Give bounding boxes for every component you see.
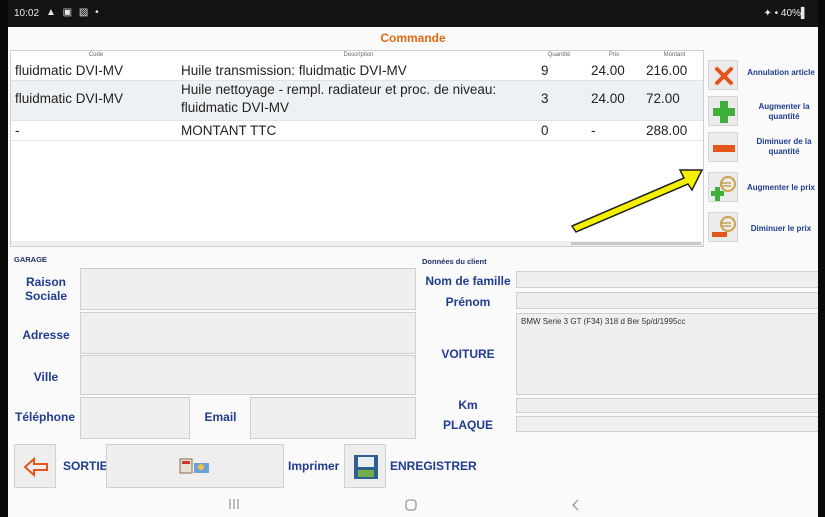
cell-description: MONTANT TTC bbox=[181, 123, 277, 138]
minus-icon bbox=[713, 145, 735, 152]
page-title: Commande bbox=[380, 31, 446, 45]
back-icon[interactable] bbox=[570, 498, 580, 512]
last-name-field[interactable] bbox=[516, 271, 818, 288]
print-label: Imprimer bbox=[288, 459, 340, 473]
cell-code: - bbox=[15, 123, 20, 138]
address-label: Adresse bbox=[22, 328, 70, 342]
first-name-field[interactable] bbox=[516, 292, 818, 309]
table-row[interactable]: - MONTANT TTC 0 - 288.00 bbox=[11, 121, 703, 141]
increase-price-button[interactable] bbox=[708, 172, 738, 202]
header-code: Code bbox=[88, 52, 104, 58]
decrease-price-label: Diminuer le prix bbox=[750, 224, 812, 233]
navigation-bar bbox=[8, 492, 818, 517]
home-icon[interactable] bbox=[404, 498, 418, 512]
cell-amount: 72.00 bbox=[646, 91, 680, 106]
battery-indicator: ✦ • 40%▌ bbox=[763, 8, 808, 19]
plate-label: PLAQUE bbox=[442, 418, 493, 432]
increase-quantity-button[interactable] bbox=[708, 96, 738, 126]
km-field[interactable] bbox=[516, 398, 818, 413]
plus-icon bbox=[713, 101, 735, 123]
plate-field[interactable] bbox=[516, 416, 818, 432]
km-label: Km bbox=[458, 398, 478, 412]
status-bar: 10:02 ▲ ▣ ▨ • ✦ • 40%▌ bbox=[8, 0, 818, 27]
euro-plus-icon bbox=[711, 176, 736, 201]
car-label: VOITURE bbox=[441, 347, 495, 361]
recent-apps-icon[interactable] bbox=[228, 498, 240, 510]
horizontal-scrollbar[interactable] bbox=[11, 241, 703, 246]
exit-label: SORTIE bbox=[63, 459, 108, 473]
cell-quantity: 9 bbox=[541, 63, 549, 78]
cell-price: 24.00 bbox=[591, 63, 625, 78]
table-header: Code Description Quantité Prix Montant bbox=[11, 51, 703, 61]
close-icon bbox=[715, 67, 733, 85]
decrease-quantity-button[interactable] bbox=[708, 132, 738, 162]
cell-quantity: 0 bbox=[541, 123, 549, 138]
car-field[interactable]: BMW Serie 3 GT (F34) 318 d Ber 5p/d/1995… bbox=[516, 313, 818, 395]
phone-field[interactable] bbox=[80, 397, 190, 439]
company-label-line1: Raison bbox=[25, 275, 66, 289]
email-field[interactable] bbox=[250, 397, 416, 439]
app-screen: 10:02 ▲ ▣ ▨ • ✦ • 40%▌ Commande Code Des… bbox=[8, 0, 818, 517]
header-quantity: Quantité bbox=[547, 52, 571, 58]
arrow-left-icon bbox=[23, 456, 48, 478]
save-icon bbox=[354, 455, 378, 479]
cell-code: fluidmatic DVI-MV bbox=[15, 91, 124, 106]
company-field[interactable] bbox=[80, 268, 416, 310]
cell-price: 24.00 bbox=[591, 91, 625, 106]
header-price: Prix bbox=[608, 52, 620, 58]
address-field[interactable] bbox=[80, 312, 416, 354]
exit-button[interactable] bbox=[14, 444, 56, 488]
notification-icons: ▲ ▣ ▨ • bbox=[46, 7, 101, 18]
first-name-label: Prénom bbox=[445, 295, 491, 309]
city-label: Ville bbox=[33, 370, 59, 384]
header-description: Description bbox=[343, 52, 374, 58]
phone-label: Téléphone bbox=[14, 410, 75, 424]
company-label: Raison Sociale bbox=[14, 275, 78, 303]
increase-quantity-label-line2: quantité bbox=[768, 112, 800, 121]
header-amount: Montant bbox=[663, 52, 686, 58]
client-section-title: Données du client bbox=[422, 257, 487, 266]
cell-quantity: 3 bbox=[541, 91, 549, 106]
increase-quantity-label: Augmenter la quantité bbox=[748, 102, 818, 122]
cell-description-line2: fluidmatic DVI-MV bbox=[181, 100, 290, 115]
city-field[interactable] bbox=[80, 355, 416, 395]
increase-price-label: Augmenter le prix bbox=[746, 183, 815, 192]
cell-price: - bbox=[591, 123, 596, 138]
annotation-arrow-icon bbox=[570, 169, 704, 233]
email-label: Email bbox=[204, 410, 237, 424]
euro-minus-icon bbox=[712, 216, 736, 237]
cancel-item-button[interactable] bbox=[708, 60, 738, 90]
last-name-label: Nom de famille bbox=[425, 274, 511, 288]
cell-description: Huile nettoyage - rempl. radiateur et pr… bbox=[181, 82, 497, 97]
scrollbar-thumb[interactable] bbox=[571, 242, 701, 245]
device-frame: 10:02 ▲ ▣ ▨ • ✦ • 40%▌ Commande Code Des… bbox=[0, 0, 825, 517]
table-row[interactable]: fluidmatic DVI-MV Huile nettoyage - remp… bbox=[11, 81, 703, 121]
save-label: ENREGISTRER bbox=[390, 459, 477, 473]
status-time: 10:02 bbox=[14, 8, 40, 19]
cell-amount: 288.00 bbox=[646, 123, 688, 138]
cell-description: Huile transmission: fluidmatic DVI-MV bbox=[181, 63, 407, 78]
decrease-quantity-label-line1: Diminuer de la bbox=[756, 137, 812, 146]
decrease-quantity-label: Diminuer de la quantité bbox=[748, 137, 818, 157]
cell-code: fluidmatic DVI-MV bbox=[15, 63, 124, 78]
increase-quantity-label-line1: Augmenter la bbox=[758, 102, 810, 111]
garage-section-title: GARAGE bbox=[14, 255, 47, 264]
cancel-item-label: Annulation article bbox=[747, 68, 815, 77]
table-row[interactable]: fluidmatic DVI-MV Huile transmission: fl… bbox=[11, 61, 703, 81]
print-button[interactable] bbox=[106, 444, 284, 488]
company-label-line2: Sociale bbox=[24, 289, 68, 303]
decrease-quantity-label-line2: quantité bbox=[768, 147, 800, 156]
decrease-price-button[interactable] bbox=[708, 212, 738, 242]
cell-amount: 216.00 bbox=[646, 63, 688, 78]
save-button[interactable] bbox=[344, 444, 386, 488]
print-icon bbox=[179, 458, 209, 474]
